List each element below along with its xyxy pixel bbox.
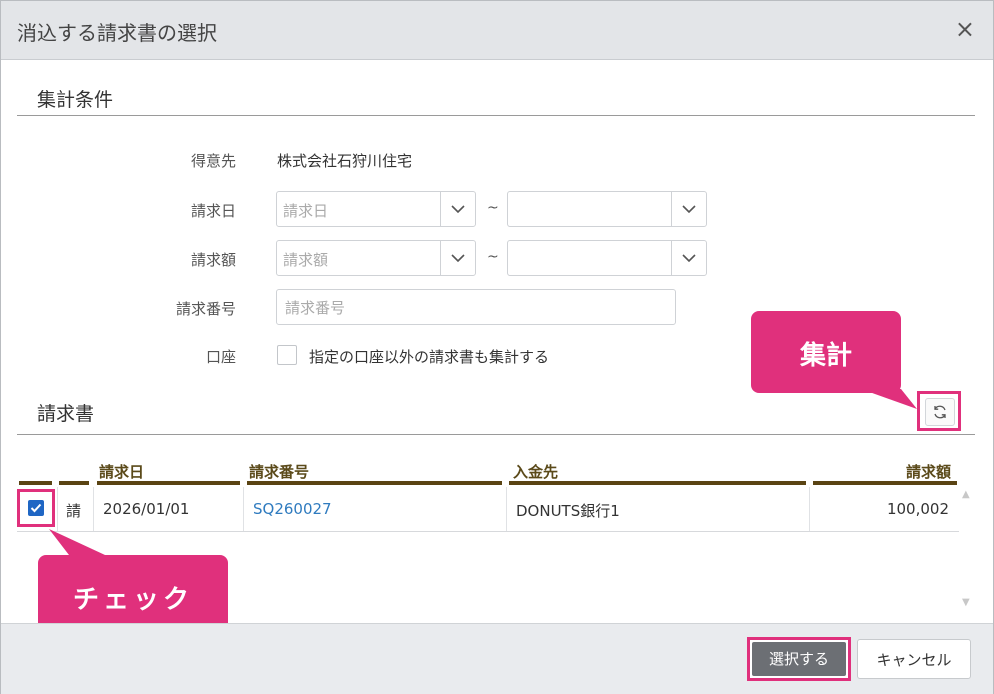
invoice-number-label: 請求番号	[175, 300, 236, 318]
customer-label: 得意先	[190, 152, 236, 170]
invoice-amount-label: 請求額	[190, 251, 236, 269]
criteria-divider	[17, 115, 975, 116]
invoice-date-label: 請求日	[190, 202, 236, 220]
criteria-heading: 集計条件	[37, 89, 114, 111]
close-icon[interactable]: ×	[955, 15, 975, 43]
date-column-bar	[97, 481, 240, 485]
column-separator	[243, 487, 244, 531]
row-date: 2026/01/01	[103, 500, 190, 518]
invoices-divider	[17, 434, 975, 435]
dialog-title: 消込する請求書の選択	[17, 21, 217, 45]
invoice-date-to-select[interactable]	[507, 191, 707, 227]
column-header-date[interactable]: 請求日	[99, 461, 144, 482]
invoice-number-input[interactable]	[283, 298, 667, 318]
invoice-date-from-placeholder: 請求日	[283, 202, 329, 220]
column-header-amount[interactable]: 請求額	[906, 461, 951, 482]
row-invoice-number-link[interactable]: SQ260027	[253, 500, 332, 518]
customer-value: 株式会社石狩川住宅	[277, 152, 413, 170]
column-separator	[506, 487, 507, 531]
number-column-bar	[247, 481, 502, 485]
column-header-number[interactable]: 請求番号	[249, 461, 309, 482]
column-separator	[809, 487, 810, 531]
amount-column-bar	[813, 481, 957, 485]
row-payee: DONUTS銀行1	[516, 502, 620, 520]
aggregate-callout-text: 集計	[799, 341, 852, 371]
cancel-button[interactable]: キャンセル	[857, 639, 971, 679]
invoice-amount-from-placeholder: 請求額	[283, 251, 329, 269]
row-amount: 100,002	[886, 500, 949, 518]
invoice-date-from-select[interactable]: 請求日	[276, 191, 476, 227]
column-separator	[93, 487, 94, 531]
row-select-highlight[interactable]	[17, 489, 55, 527]
account-label: 口座	[205, 348, 236, 366]
aggregate-button[interactable]	[917, 391, 961, 431]
chevron-down-icon[interactable]	[440, 241, 475, 275]
checkbox-checked-icon[interactable]	[28, 500, 44, 516]
check-callout-text: チェック	[72, 585, 193, 615]
invoice-amount-to-select[interactable]	[507, 240, 707, 276]
other-accounts-checkbox[interactable]	[277, 345, 297, 365]
refresh-icon	[934, 405, 946, 419]
chevron-down-icon[interactable]	[671, 192, 706, 226]
kind-column-bar	[59, 481, 89, 485]
invoice-amount-from-select[interactable]: 請求額	[276, 240, 476, 276]
other-accounts-checkbox-label[interactable]: 指定の口座以外の請求書も集計する	[309, 346, 549, 367]
chevron-down-icon[interactable]	[440, 192, 475, 226]
select-button-highlight[interactable]: 選択する	[747, 637, 851, 681]
column-separator	[57, 487, 58, 531]
aggregate-callout: 集計	[751, 311, 901, 393]
invoice-selection-dialog: 消込する請求書の選択 × 集計条件 得意先 株式会社石狩川住宅 請求日 請求日 …	[0, 0, 994, 694]
select-button[interactable]: 選択する	[752, 642, 846, 676]
chevron-down-icon[interactable]	[671, 241, 706, 275]
invoice-number-field[interactable]	[276, 289, 676, 325]
date-range-separator: ~	[487, 200, 499, 216]
dialog-titlebar: 消込する請求書の選択 ×	[1, 1, 993, 60]
invoices-heading: 請求書	[37, 403, 95, 425]
payee-column-bar	[509, 481, 806, 485]
amount-range-separator: ~	[487, 249, 499, 265]
scroll-down-icon[interactable]: ▼	[962, 597, 970, 608]
aggregate-callout-pointer	[861, 389, 917, 409]
column-header-payee[interactable]: 入金先	[513, 461, 558, 482]
row-kind: 請	[66, 502, 82, 520]
scroll-up-icon[interactable]: ▲	[962, 489, 970, 500]
aggregate-button-face[interactable]	[925, 398, 955, 426]
select-column-bar	[19, 481, 52, 485]
